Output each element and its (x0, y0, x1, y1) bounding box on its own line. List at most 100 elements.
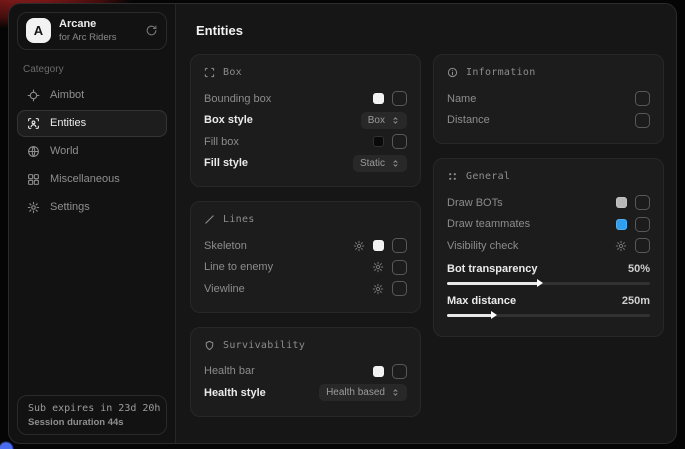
setting-label: Name (447, 93, 476, 105)
panel-box: Box Bounding box Box style Box (190, 54, 421, 187)
checkbox[interactable] (635, 91, 650, 106)
checkbox[interactable] (392, 364, 407, 379)
setting-label: Draw BOTs (447, 197, 503, 209)
setting-row-distance: Distance (447, 110, 650, 132)
color-swatch[interactable] (616, 219, 627, 230)
setting-label: Skeleton (204, 240, 247, 252)
checkbox[interactable] (635, 195, 650, 210)
app-name: Arcane (59, 18, 117, 32)
info-icon (447, 67, 458, 78)
setting-label: Distance (447, 114, 490, 126)
checkbox[interactable] (635, 217, 650, 232)
color-swatch[interactable] (373, 366, 384, 377)
setting-row-visibility-check: Visibility check (447, 235, 650, 257)
chevron-updown-icon (391, 388, 400, 397)
setting-row-bounding-box: Bounding box (204, 88, 407, 110)
sidebar-item-entities[interactable]: Entities (17, 110, 167, 137)
panel-title-text: Survivability (223, 340, 305, 351)
setting-row-name: Name (447, 88, 650, 110)
sidebar-item-label: Settings (50, 201, 90, 213)
shield-icon (204, 340, 215, 351)
sidebar-item-label: World (50, 145, 79, 157)
crosshair-icon (26, 89, 40, 102)
app-logo: A (26, 18, 51, 43)
setting-label: Visibility check (447, 240, 518, 252)
panel-title-text: Lines (223, 214, 255, 225)
setting-row-fill-box: Fill box (204, 131, 407, 153)
sidebar-nav: Aimbot Entities World Miscellaneous (17, 81, 167, 222)
box-style-dropdown[interactable]: Box (361, 112, 407, 129)
chevron-updown-icon (391, 159, 400, 168)
setting-label: Draw teammates (447, 218, 530, 230)
panel-title-text: Box (223, 67, 242, 78)
color-swatch[interactable] (373, 93, 384, 104)
setting-label: Bounding box (204, 93, 271, 105)
dots-grid-icon (447, 171, 458, 182)
sidebar: A Arcane for Arc Riders Category Aimbot (9, 4, 175, 443)
fill-style-dropdown[interactable]: Static (353, 155, 407, 172)
checkbox[interactable] (392, 281, 407, 296)
box-brackets-icon (204, 67, 215, 78)
panel-title-text: Information (466, 67, 536, 78)
dropdown-value: Static (360, 158, 385, 169)
sidebar-item-label: Aimbot (50, 89, 84, 101)
slider-knob[interactable] (491, 311, 497, 319)
sidebar-item-world[interactable]: World (17, 138, 167, 165)
setting-label: Fill style (204, 157, 248, 169)
app-window: A Arcane for Arc Riders Category Aimbot (8, 3, 677, 444)
bot-transparency-slider[interactable] (447, 282, 650, 285)
setting-row-health-style: Health style Health based (204, 382, 407, 404)
unload-refresh-icon[interactable] (145, 24, 158, 37)
gear-icon[interactable] (353, 240, 365, 252)
color-swatch[interactable] (373, 240, 384, 251)
setting-label: Max distance (447, 295, 516, 307)
panel-lines: Lines Skeleton Line to enemy (190, 201, 421, 313)
sidebar-item-settings[interactable]: Settings (17, 194, 167, 221)
line-icon (204, 214, 215, 225)
slider-row-bot-transparency: Bot transparency 50% (447, 260, 650, 278)
setting-row-box-style: Box style Box (204, 110, 407, 132)
sidebar-item-label: Miscellaneous (50, 173, 120, 185)
setting-row-draw-teammates: Draw teammates (447, 214, 650, 236)
checkbox[interactable] (392, 91, 407, 106)
max-distance-slider[interactable] (447, 314, 650, 317)
setting-row-draw-bots: Draw BOTs (447, 192, 650, 214)
slider-row-max-distance: Max distance 250m (447, 292, 650, 310)
gear-icon[interactable] (372, 283, 384, 295)
slider-knob[interactable] (537, 279, 543, 287)
slider-value: 250m (622, 295, 650, 307)
page-title: Entities (196, 23, 664, 38)
checkbox[interactable] (635, 238, 650, 253)
setting-label: Fill box (204, 136, 239, 148)
setting-row-health-bar: Health bar (204, 361, 407, 383)
gear-icon (26, 201, 40, 214)
setting-label: Line to enemy (204, 261, 273, 273)
setting-label: Health bar (204, 365, 255, 377)
setting-row-line-to-enemy: Line to enemy (204, 257, 407, 279)
setting-label: Health style (204, 387, 266, 399)
checkbox[interactable] (392, 260, 407, 275)
chevron-updown-icon (391, 116, 400, 125)
checkbox[interactable] (392, 238, 407, 253)
sidebar-item-aimbot[interactable]: Aimbot (17, 82, 167, 109)
checkbox[interactable] (392, 134, 407, 149)
sidebar-item-miscellaneous[interactable]: Miscellaneous (17, 166, 167, 193)
gear-icon[interactable] (372, 261, 384, 273)
main-content: Entities Box Bounding box (175, 4, 676, 443)
app-subtitle: for Arc Riders (59, 32, 117, 44)
sub-expiry-text: Sub expires in 23d 20h (28, 403, 156, 414)
setting-row-fill-style: Fill style Static (204, 153, 407, 175)
panel-information: Information Name Distance (433, 54, 664, 144)
globe-icon (26, 145, 40, 158)
sidebar-item-label: Entities (50, 117, 86, 129)
checkbox[interactable] (635, 113, 650, 128)
dropdown-value: Health based (326, 387, 385, 398)
panel-general: General Draw BOTs Draw teammates (433, 158, 664, 337)
person-scan-icon (26, 117, 40, 130)
color-swatch[interactable] (373, 136, 384, 147)
gear-icon[interactable] (615, 240, 627, 252)
grid-icon (26, 173, 40, 186)
subscription-info: Sub expires in 23d 20h Session duration … (17, 395, 167, 435)
color-swatch[interactable] (616, 197, 627, 208)
health-style-dropdown[interactable]: Health based (319, 384, 407, 401)
